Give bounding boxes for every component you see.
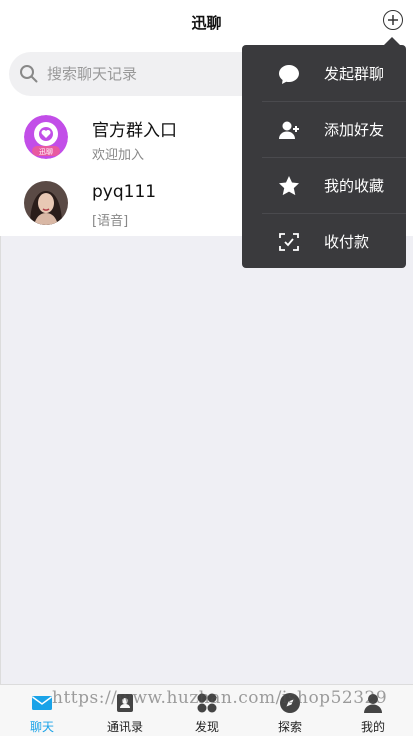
tab-label: 我的 (360, 720, 385, 734)
top-bar: 迅聊 (0, 0, 413, 44)
tab-label: 通讯录 (106, 720, 143, 734)
profile-icon (364, 694, 382, 713)
star-icon (279, 176, 299, 196)
menu-item-payments[interactable]: 收付款 (242, 213, 406, 269)
chat-preview: 欢迎加入 (92, 148, 145, 163)
discover-icon (197, 693, 217, 713)
menu-item-add-friend[interactable]: 添加好友 (242, 101, 406, 157)
scan-pay-icon (279, 233, 299, 251)
menu-label: 我的收藏 (324, 177, 385, 195)
tab-label: 探索 (277, 720, 302, 734)
tab-discover[interactable]: 发现 (177, 685, 237, 736)
menu-item-favorites[interactable]: 我的收藏 (242, 157, 406, 213)
menu-label: 发起群聊 (324, 65, 385, 83)
add-user-icon (279, 121, 299, 139)
tab-label: 发现 (194, 720, 219, 734)
plus-circle-icon[interactable] (383, 10, 403, 30)
chat-name: 官方群入口 (92, 121, 177, 141)
tab-explore[interactable]: 探索 (260, 685, 320, 736)
tab-contacts[interactable]: 通讯录 (95, 685, 155, 736)
tab-label: 聊天 (29, 720, 54, 734)
user-avatar (24, 181, 68, 225)
envelope-icon (32, 696, 52, 710)
plus-menu-popup: 发起群聊 添加好友 我的收藏 收付款 (242, 45, 406, 268)
tab-chat[interactable]: 聊天 (12, 685, 72, 736)
chat-preview: [语音] (92, 214, 129, 229)
chat-bubble-icon (279, 65, 299, 84)
avatar-label: 迅聊 (39, 147, 53, 156)
page-title: 迅聊 (191, 13, 222, 32)
popup-caret (384, 37, 400, 45)
search-icon (20, 65, 38, 83)
explore-icon (280, 693, 300, 713)
menu-label: 收付款 (324, 233, 370, 251)
menu-item-start-group-chat[interactable]: 发起群聊 (242, 45, 406, 101)
group-avatar: 迅聊 (24, 115, 68, 159)
contacts-icon (117, 694, 133, 712)
bottom-tab-bar: 聊天 通讯录 发现 探索 我的 (0, 684, 413, 736)
menu-label: 添加好友 (324, 121, 385, 139)
tab-profile[interactable]: 我的 (343, 685, 403, 736)
chat-name: pyq111 (92, 182, 157, 202)
